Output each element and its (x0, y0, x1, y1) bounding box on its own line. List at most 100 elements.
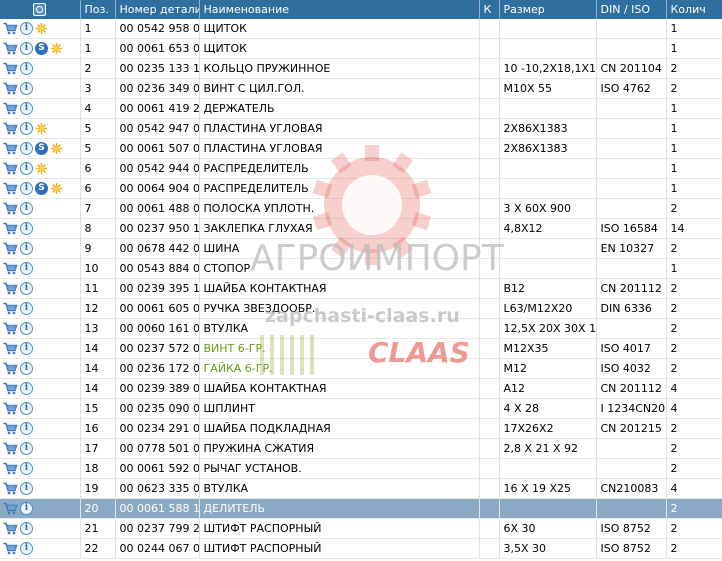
table-row[interactable]: i 19 00 0623 335 0 ВТУЛКА 16 X 19 X25 CN21008… (0, 478, 722, 499)
cart-icon[interactable] (3, 202, 18, 215)
table-row[interactable]: i 17 00 0778 501 0 ПРУЖИНА СЖАТИЯ 2,8 X 21 X… (0, 438, 722, 459)
table-row[interactable]: i 1 00 0542 958 0 ЩИТОК 1 (0, 19, 722, 39)
substitute-icon[interactable]: S (35, 142, 48, 156)
info-icon[interactable]: i (20, 62, 33, 76)
cart-icon[interactable] (3, 362, 18, 375)
table-row[interactable]: i 4 00 0061 419 2 ДЕРЖАТЕЛЬ 1 (0, 98, 722, 119)
column-chooser-icon[interactable] (33, 3, 47, 17)
table-row[interactable]: i 14 00 0237 572 0 ВИНТ 6-ГР. M12X35 ISO 4017… (0, 338, 722, 359)
cart-icon[interactable] (3, 242, 18, 255)
info-icon[interactable]: i (20, 302, 33, 316)
table-row[interactable]: i 7 00 0061 488 0 ПОЛОСКА УПЛОТН. 3 X 60X 90… (0, 198, 722, 219)
cart-icon[interactable] (3, 222, 18, 235)
cart-icon[interactable] (3, 182, 18, 195)
table-row[interactable]: i 5 00 0542 947 0 ПЛАСТИНА УГЛОВАЯ 2X86X1383… (0, 118, 722, 139)
cell-k (479, 378, 500, 399)
info-icon[interactable]: i (20, 382, 33, 396)
cart-icon[interactable] (3, 122, 18, 135)
info-icon[interactable]: i (20, 182, 33, 196)
info-icon[interactable]: i (20, 222, 33, 236)
info-icon[interactable]: i (20, 542, 33, 556)
table-row[interactable]: i 13 00 0060 161 0 ВТУЛКА 12,5X 20X 30X 13 2 (0, 318, 722, 339)
cart-icon[interactable] (3, 282, 18, 295)
info-icon[interactable]: i (20, 442, 33, 456)
table-row[interactable]: i 6 00 0542 944 0 РАСПРЕДЕЛИТЕЛЬ 1 (0, 158, 722, 179)
header-icons[interactable] (0, 0, 81, 19)
table-row[interactable]: i 18 00 0061 592 0 РЫЧАГ УСТАНОВ. 2 (0, 458, 722, 479)
info-icon[interactable]: i (20, 482, 33, 496)
cart-icon[interactable] (3, 62, 18, 75)
table-row[interactable]: i S 1 00 0061 653 0 ЩИТОК 1 (0, 38, 722, 59)
info-icon[interactable]: i (20, 162, 33, 176)
info-icon[interactable]: i (20, 462, 33, 476)
cart-icon[interactable] (3, 262, 18, 275)
table-row[interactable]: i 8 00 0237 950 1 ЗАКЛЕПКА ГЛУХАЯ 4,8X12 ISO … (0, 218, 722, 239)
info-icon[interactable]: i (20, 142, 33, 156)
info-icon[interactable]: i (20, 342, 33, 356)
col-header-part-number[interactable]: Номер детали (115, 0, 200, 19)
cart-icon[interactable] (3, 522, 18, 535)
row-icons: i (0, 418, 81, 439)
cart-icon[interactable] (3, 542, 18, 555)
table-row[interactable]: i 14 00 0239 389 0 ШАЙБА КОНТАКТНАЯ A12 CN 20… (0, 378, 722, 399)
cart-icon[interactable] (3, 422, 18, 435)
cart-icon[interactable] (3, 462, 18, 475)
cart-icon[interactable] (3, 42, 18, 55)
cart-icon[interactable] (3, 142, 18, 155)
table-row[interactable]: i 10 00 0543 884 0 СТОПОР 1 (0, 258, 722, 279)
table-row[interactable]: i 16 00 0234 291 0 ШАЙБА ПОДКЛАДНАЯ 17X26X2 C… (0, 418, 722, 439)
info-icon[interactable]: i (20, 502, 33, 516)
info-icon[interactable]: i (20, 22, 33, 36)
info-icon[interactable]: i (20, 122, 33, 136)
cart-icon[interactable] (3, 82, 18, 95)
info-icon[interactable]: i (20, 82, 33, 96)
info-icon[interactable]: i (20, 322, 33, 336)
info-icon[interactable]: i (20, 102, 33, 116)
table-row[interactable]: i 22 00 0244 067 0 ШТИФТ РАСПОРНЫЙ 3,5X 30 IS… (0, 538, 722, 559)
info-icon[interactable]: i (20, 202, 33, 216)
col-header-name[interactable]: Наименование (199, 0, 480, 19)
substitute-icon[interactable]: S (35, 182, 48, 196)
cart-icon[interactable] (3, 402, 18, 415)
info-icon[interactable]: i (20, 522, 33, 536)
table-row[interactable]: i 3 00 0236 349 0 ВИНТ С ЦИЛ.ГОЛ. M10X 55 ISO… (0, 78, 722, 99)
cart-icon[interactable] (3, 162, 18, 175)
info-icon[interactable]: i (20, 262, 33, 276)
cart-icon[interactable] (3, 342, 18, 355)
table-row[interactable]: i 14 00 0236 172 0 ГАЙКА 6-ГР. M12 ISO 4032 2 (0, 358, 722, 379)
cell-din-iso (596, 458, 667, 479)
cell-part-number: 00 0236 172 0 (115, 358, 200, 379)
table-row[interactable]: i 20 00 0061 588 1 ДЕЛИТЕЛЬ 2 (0, 498, 722, 519)
info-icon[interactable]: i (20, 242, 33, 256)
table-row[interactable]: i S 6 00 0064 904 0 РАСПРЕДЕЛИТЕЛЬ 1 (0, 178, 722, 199)
col-header-pos[interactable]: Поз. (80, 0, 116, 19)
cart-icon[interactable] (3, 482, 18, 495)
info-icon[interactable]: i (20, 362, 33, 376)
cell-k (479, 518, 500, 539)
table-row[interactable]: i 11 00 0239 395 1 ШАЙБА КОНТАКТНАЯ B12 CN 20… (0, 278, 722, 299)
cart-icon[interactable] (3, 322, 18, 335)
table-row[interactable]: i 2 00 0235 133 1 КОЛЬЦО ПРУЖИННОЕ 10 -10,2X… (0, 58, 722, 79)
cell-quantity: 2 (666, 278, 722, 299)
table-row[interactable]: i 1500 0235 090 0ШПЛИНТ 4 X 28I 1234CN2013… (0, 398, 722, 419)
table-row[interactable]: i 9 00 0678 442 0 ШИНА EN 10327 2 (0, 238, 722, 259)
cart-icon[interactable] (3, 302, 18, 315)
col-header-quantity[interactable]: Колич (666, 0, 722, 19)
col-header-size[interactable]: Размер (499, 0, 597, 19)
cart-icon[interactable] (3, 442, 18, 455)
cell-pos: 14 (80, 358, 116, 379)
table-row[interactable]: i S 5 00 0061 507 0 ПЛАСТИНА УГЛОВАЯ 2X86X138… (0, 138, 722, 159)
info-icon[interactable]: i (20, 282, 33, 296)
info-icon[interactable]: i (20, 402, 33, 416)
table-row[interactable]: i 12 00 0061 605 0 РУЧКА ЗВЕЗДООБР. L63/M12X… (0, 298, 722, 319)
cart-icon[interactable] (3, 502, 18, 515)
substitute-icon[interactable]: S (35, 42, 48, 56)
table-row[interactable]: i 21 00 0237 799 2 ШТИФТ РАСПОРНЫЙ 6X 30 ISO … (0, 518, 722, 539)
cart-icon[interactable] (3, 22, 18, 35)
info-icon[interactable]: i (20, 422, 33, 436)
col-header-k[interactable]: К (479, 0, 500, 19)
cart-icon[interactable] (3, 102, 18, 115)
cart-icon[interactable] (3, 382, 18, 395)
info-icon[interactable]: i (20, 42, 33, 56)
col-header-din-iso[interactable]: DIN / ISO (596, 0, 667, 19)
